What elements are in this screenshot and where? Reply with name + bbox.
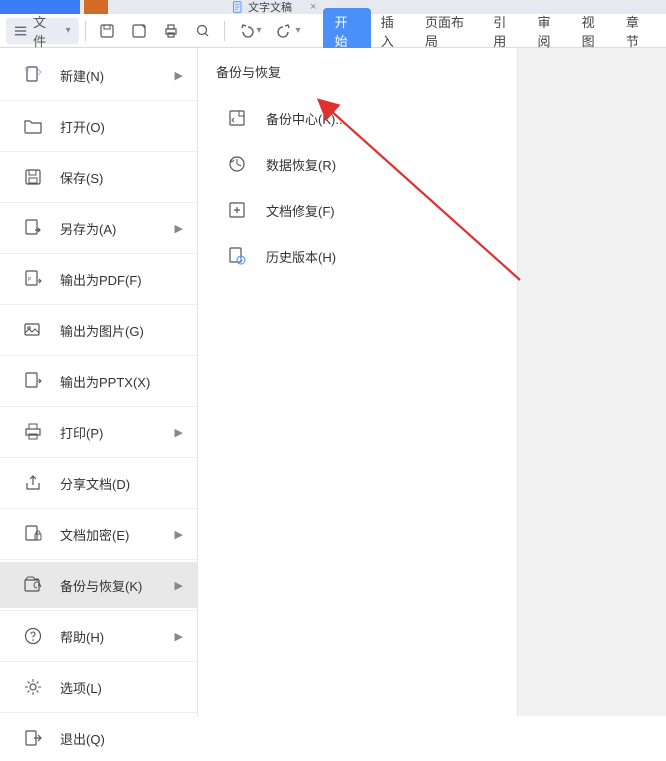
menu-print[interactable]: 打印(P) ▶ [0, 409, 197, 455]
print-icon [22, 421, 44, 443]
menu-backup-label: 备份与恢复(K) [60, 576, 142, 595]
print-preview-button[interactable] [188, 18, 218, 44]
menu-exit-label: 退出(Q) [60, 729, 105, 748]
document-canvas [518, 48, 666, 716]
close-icon[interactable]: × [310, 1, 316, 13]
save-button[interactable] [92, 18, 122, 44]
save-as-icon [22, 217, 44, 239]
submenu-history-label: 历史版本(H) [266, 247, 336, 266]
open-icon [22, 115, 44, 137]
save-icon [22, 166, 44, 188]
menu-options-label: 选项(L) [60, 678, 102, 697]
redo-button[interactable]: ▾ [270, 18, 307, 44]
document-tab[interactable]: 文字文稿 × [222, 0, 326, 14]
file-menu-list: 新建(N) ▶ 打开(O) 保存(S) 另存为(A) ▶ P 输出为PDF(F)… [0, 48, 198, 716]
hamburger-icon [14, 25, 27, 37]
chevron-right-icon: ▶ [175, 426, 183, 439]
separator [224, 21, 225, 41]
save-as-button[interactable] [124, 18, 154, 44]
menu-encrypt-label: 文档加密(E) [60, 525, 129, 544]
ribbon-tab-references[interactable]: 引用 [483, 8, 527, 54]
ribbon-tab-review[interactable]: 审阅 [527, 8, 571, 54]
submenu-doc-repair-label: 文档修复(F) [266, 201, 335, 220]
menu-encrypt[interactable]: 文档加密(E) ▶ [0, 511, 197, 557]
backup-icon [22, 574, 44, 596]
submenu-backup-center[interactable]: 备份中心(K)... [214, 95, 501, 141]
chevron-down-icon: ▾ [296, 25, 301, 36]
ribbon-tab-view[interactable]: 视图 [572, 8, 616, 54]
help-icon [22, 625, 44, 647]
svg-text:P: P [28, 277, 32, 283]
menu-new[interactable]: 新建(N) ▶ [0, 52, 197, 98]
backup-submenu: 备份与恢复 备份中心(K)... 数据恢复(R) 文档修复(F) 历史版本(H) [198, 48, 518, 716]
menu-export-image-label: 输出为图片(G) [60, 321, 144, 340]
pdf-icon: P [22, 268, 44, 290]
submenu-backup-center-label: 备份中心(K)... [266, 109, 346, 128]
doc-tab-label: 文字文稿 [248, 0, 292, 15]
chevron-right-icon: ▶ [175, 222, 183, 235]
submenu-history[interactable]: 历史版本(H) [214, 233, 501, 279]
submenu-data-recovery-label: 数据恢复(R) [266, 155, 336, 174]
menu-save-label: 保存(S) [60, 168, 103, 187]
exit-icon [22, 727, 44, 749]
doc-repair-icon [226, 199, 248, 221]
print-button[interactable] [156, 18, 186, 44]
quick-access-bar: 文件 ▾ ▾ ▾ 开始 插入 页面布局 引用 审阅 视图 章节 [0, 14, 666, 48]
pptx-icon [22, 370, 44, 392]
menu-options[interactable]: 选项(L) [0, 664, 197, 710]
menu-help[interactable]: 帮助(H) ▶ [0, 613, 197, 659]
ribbon-tab-start[interactable]: 开始 [323, 8, 371, 54]
image-icon [22, 319, 44, 341]
chevron-right-icon: ▶ [175, 69, 183, 82]
submenu-title: 备份与恢复 [216, 62, 501, 81]
chevron-down-icon: ▾ [66, 25, 71, 36]
menu-open[interactable]: 打开(O) [0, 103, 197, 149]
menu-export-pptx[interactable]: 输出为PPTX(X) [0, 358, 197, 404]
separator [85, 21, 86, 41]
chevron-down-icon: ▾ [257, 25, 262, 36]
ribbon-tab-chapter[interactable]: 章节 [616, 8, 660, 54]
chevron-right-icon: ▶ [175, 630, 183, 643]
menu-save-as-label: 另存为(A) [60, 219, 116, 238]
share-icon [22, 472, 44, 494]
menu-export-pptx-label: 输出为PPTX(X) [60, 372, 150, 391]
menu-share-label: 分享文档(D) [60, 474, 130, 493]
doc-file-icon [232, 1, 244, 13]
submenu-doc-repair[interactable]: 文档修复(F) [214, 187, 501, 233]
menu-save-as[interactable]: 另存为(A) ▶ [0, 205, 197, 251]
menu-save[interactable]: 保存(S) [0, 154, 197, 200]
menu-share[interactable]: 分享文档(D) [0, 460, 197, 506]
undo-button[interactable]: ▾ [231, 18, 268, 44]
ribbon-tabs: 开始 插入 页面布局 引用 审阅 视图 章节 [323, 8, 660, 54]
file-menu-panel: 新建(N) ▶ 打开(O) 保存(S) 另存为(A) ▶ P 输出为PDF(F)… [0, 48, 666, 716]
data-recovery-icon [226, 153, 248, 175]
menu-backup[interactable]: 备份与恢复(K) ▶ [0, 562, 197, 608]
submenu-data-recovery[interactable]: 数据恢复(R) [214, 141, 501, 187]
menu-open-label: 打开(O) [60, 117, 105, 136]
menu-export-image[interactable]: 输出为图片(G) [0, 307, 197, 353]
menu-help-label: 帮助(H) [60, 627, 104, 646]
menu-exit[interactable]: 退出(Q) [0, 715, 197, 761]
backup-center-icon [226, 107, 248, 129]
menu-export-pdf-label: 输出为PDF(F) [60, 270, 142, 289]
history-icon [226, 245, 248, 267]
file-menu-label: 文件 [33, 12, 57, 50]
ribbon-tab-pagelayout[interactable]: 页面布局 [415, 8, 483, 54]
menu-print-label: 打印(P) [60, 423, 103, 442]
new-icon [22, 64, 44, 86]
gear-icon [22, 676, 44, 698]
chevron-right-icon: ▶ [175, 579, 183, 592]
doc-app-icon [84, 0, 108, 14]
menu-export-pdf[interactable]: P 输出为PDF(F) [0, 256, 197, 302]
lock-icon [22, 523, 44, 545]
menu-new-label: 新建(N) [60, 66, 104, 85]
ribbon-tab-insert[interactable]: 插入 [371, 8, 415, 54]
chevron-right-icon: ▶ [175, 528, 183, 541]
file-menu-button[interactable]: 文件 ▾ [6, 18, 79, 44]
